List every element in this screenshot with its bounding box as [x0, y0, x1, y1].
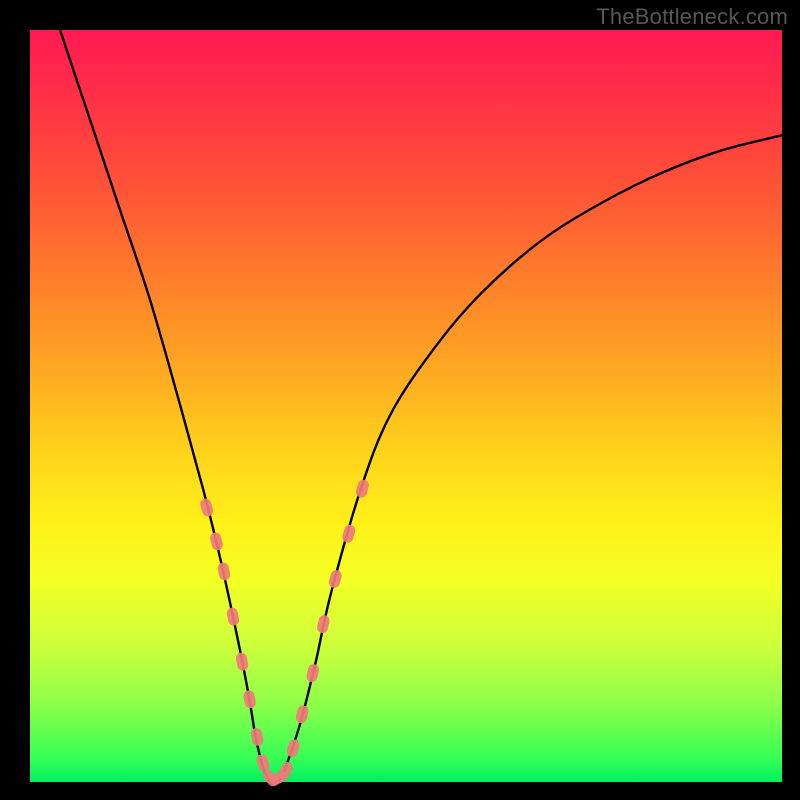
chart-frame: TheBottleneck.com — [0, 0, 800, 800]
bottleneck-curve — [60, 30, 782, 784]
marker-dash — [305, 663, 320, 683]
marker-dash — [226, 607, 240, 627]
marker-dash — [341, 524, 357, 544]
marker-dash — [355, 478, 371, 498]
marker-dash — [285, 738, 301, 758]
marker-dash — [242, 689, 256, 709]
marker-dash — [217, 561, 232, 581]
marker-dash — [295, 704, 310, 724]
marker-dash — [209, 531, 224, 551]
curve-layer — [30, 30, 782, 782]
marker-dash — [316, 614, 331, 634]
marker-dash — [199, 497, 215, 517]
plot-area — [30, 30, 782, 782]
marker-dash — [250, 727, 265, 747]
marker-dash — [235, 652, 249, 672]
watermark-text: TheBottleneck.com — [596, 4, 788, 30]
marker-dots — [199, 478, 370, 788]
marker-dash — [328, 569, 343, 589]
